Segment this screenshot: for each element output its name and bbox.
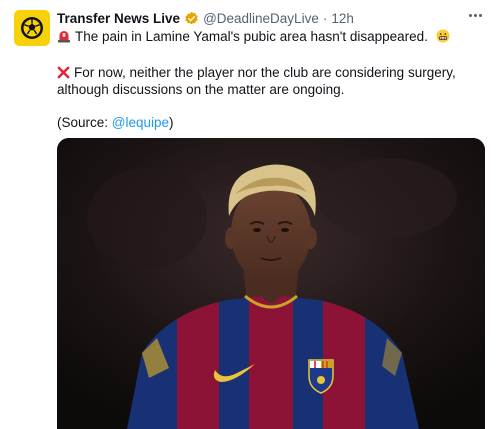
more-dot <box>468 13 472 17</box>
fc-barcelona-crest-icon <box>308 359 334 394</box>
source-prefix: (Source: <box>57 115 112 130</box>
grimacing-face-icon <box>436 29 450 43</box>
tweet-text-line-2: For now, neither the player nor the club… <box>74 65 456 80</box>
verified-badge-icon <box>185 11 198 24</box>
more-options-icon[interactable] <box>462 5 488 25</box>
rotating-light-icon <box>58 31 70 43</box>
football-logo-icon <box>14 10 50 46</box>
tweet-header: Transfer News Live @DeadlineDayLive · 12… <box>57 9 354 27</box>
account-name[interactable]: Transfer News Live <box>57 11 180 26</box>
more-dot <box>473 13 477 17</box>
account-handle[interactable]: @DeadlineDayLive <box>203 11 319 26</box>
tweet-media-photo[interactable] <box>57 138 485 429</box>
tweet-timestamp[interactable]: 12h <box>331 11 354 26</box>
avatar[interactable] <box>14 10 50 46</box>
more-dot <box>478 13 482 17</box>
tweet-source-line: (Source: @lequipe) <box>57 114 174 131</box>
player-photo <box>57 138 485 429</box>
tweet-text-line-3: although discussions on the matter are o… <box>57 82 345 97</box>
tweet-line-3: although discussions on the matter are o… <box>57 81 344 98</box>
tweet-text-line-1: The pain in Lamine Yamal's pubic area ha… <box>75 29 428 44</box>
source-link[interactable]: @lequipe <box>112 115 169 130</box>
tweet-line-2: For now, neither the player nor the club… <box>57 64 456 81</box>
tweet-line-1: The pain in Lamine Yamal's pubic area ha… <box>57 28 450 45</box>
source-suffix: ) <box>169 115 174 130</box>
separator-dot: · <box>322 10 328 26</box>
tweet-card[interactable]: Transfer News Live @DeadlineDayLive · 12… <box>0 0 500 429</box>
cross-mark-icon <box>57 66 70 79</box>
